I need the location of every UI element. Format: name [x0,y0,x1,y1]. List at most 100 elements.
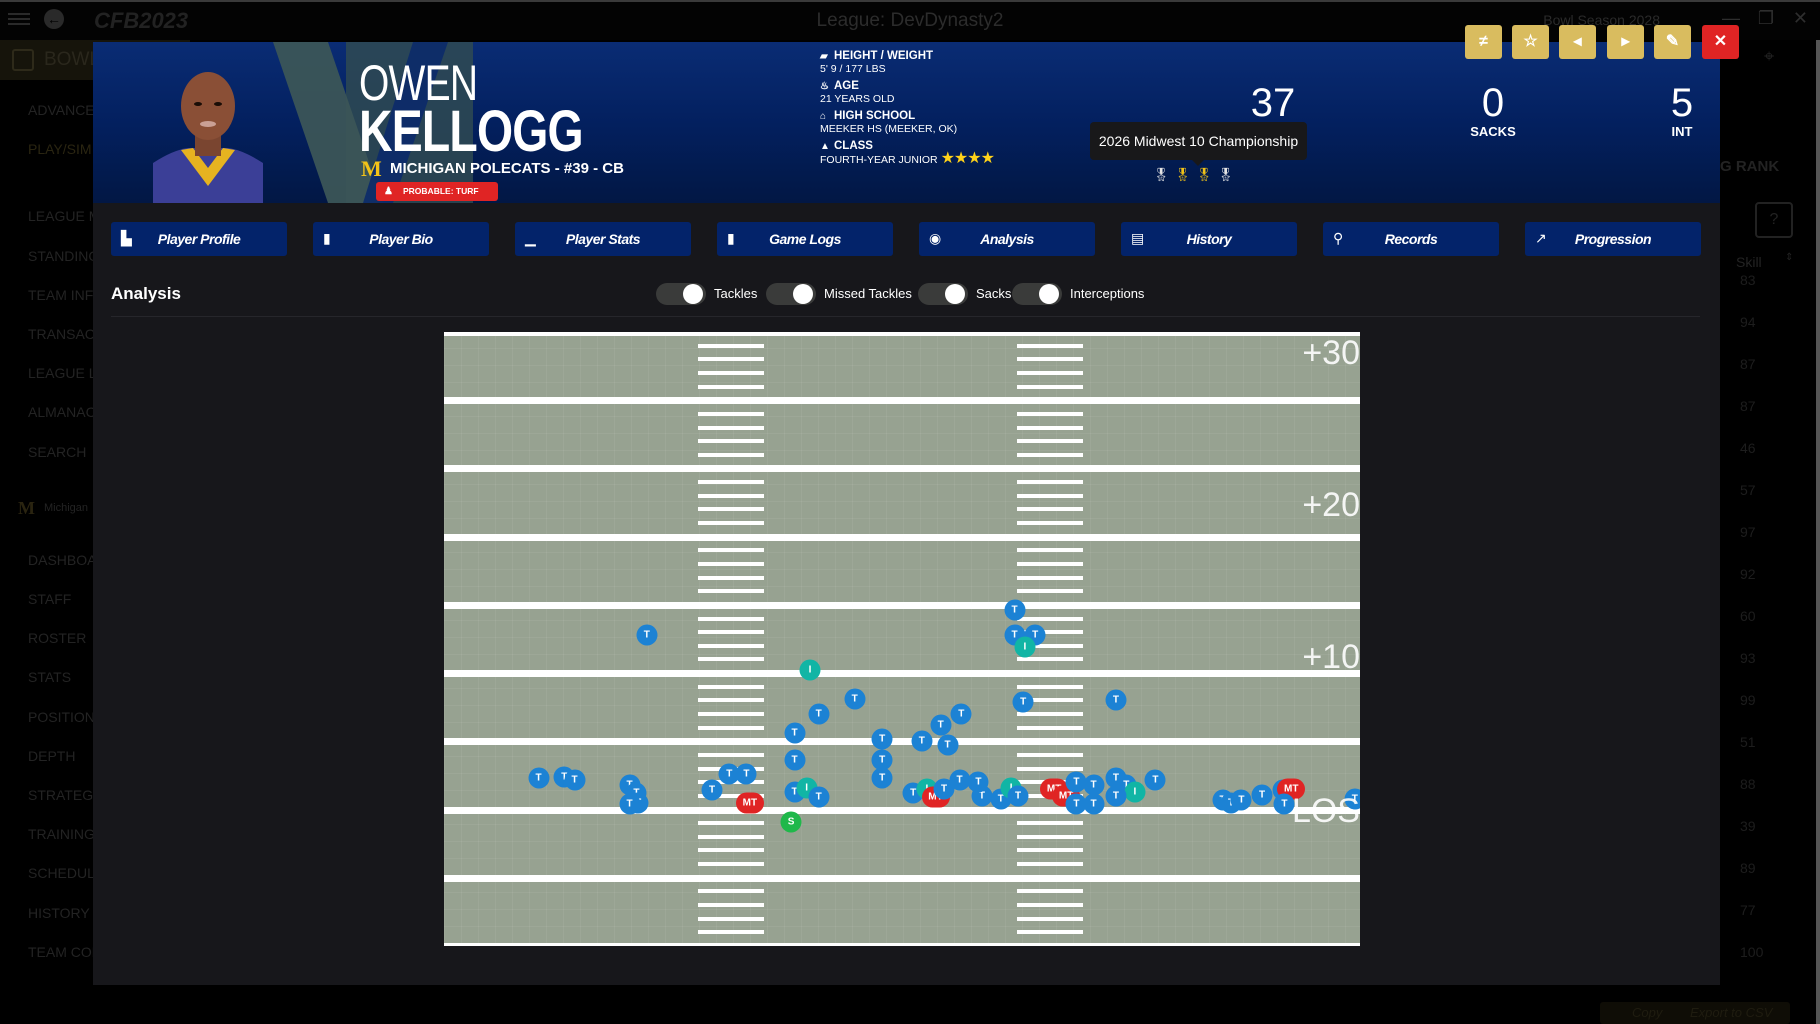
team-position-line[interactable]: MICHIGAN POLECATS - #39 - CB [390,160,624,177]
sort-icon[interactable]: ⇕ [1785,252,1793,263]
tackle-marker[interactable]: T [967,771,989,793]
award-icon[interactable]: 🎖︎ [1196,167,1213,182]
sidebar-item[interactable]: TEAM INF [28,287,93,303]
tackle-marker[interactable]: T [808,786,830,808]
sidebar-item[interactable]: DEPTH [28,748,75,764]
tab-player-bio[interactable]: ▮ Player Bio [313,222,489,256]
interception-marker[interactable]: I [799,659,821,681]
tackle-marker[interactable]: T [784,749,806,771]
tab-game-logs[interactable]: ▮ Game Logs [717,222,893,256]
tackle-marker[interactable]: T [930,714,952,736]
skill-column-header[interactable]: Skill [1736,254,1762,270]
sidebar-item[interactable]: ADVANCE [28,102,95,118]
copy-button[interactable]: Copy [1632,1005,1662,1020]
sidebar-item[interactable]: SCHEDUL [28,865,95,881]
sidebar-item[interactable]: ALMANAC [28,404,96,420]
interception-marker[interactable]: I [1124,781,1146,803]
sidebar-item[interactable]: TEAM CON [28,944,102,960]
hash-mark [1017,752,1083,757]
sidebar-item[interactable]: LEAGUE M [28,208,100,224]
sidebar-item[interactable]: STATS [28,669,71,685]
help-button[interactable]: ? [1755,202,1793,238]
tackle-marker[interactable]: T [1083,774,1105,796]
tackle-marker[interactable]: T [950,703,972,725]
tackle-marker[interactable]: T [528,767,550,789]
tackle-marker[interactable]: T [937,734,959,756]
tackle-marker[interactable]: T [619,793,641,815]
tackle-marker[interactable]: T [911,730,933,752]
close-button[interactable]: ✕ [1702,25,1739,59]
edit-button[interactable]: ✎ [1654,25,1691,59]
yard-label: +10 [1302,638,1360,676]
sidebar-item[interactable]: ROSTER [28,630,86,646]
restore-icon[interactable]: ❐ [1758,8,1774,29]
tab-history[interactable]: ▤ History [1121,222,1297,256]
tackle-marker[interactable]: T [1230,789,1252,811]
window-close-icon[interactable]: ✕ [1793,8,1808,29]
hash-mark [698,507,764,512]
sidebar-item[interactable]: PLAY/SIM [28,141,92,157]
tab-records[interactable]: ⚲ Records [1323,222,1499,256]
tackle-marker[interactable]: T [784,722,806,744]
favorite-button[interactable]: ☆ [1512,25,1549,59]
compare-button[interactable]: ≠ [1465,25,1502,59]
tackle-marker[interactable]: T [844,688,866,710]
tackle-marker[interactable]: T [701,779,723,801]
sidebar-item[interactable]: HISTORY [28,905,90,921]
sidebar-item[interactable]: LEAGUE L [28,365,96,381]
award-icon[interactable]: 🎖︎ [1175,167,1192,182]
interception-marker[interactable]: I [1014,636,1036,658]
yard-line [444,533,1360,541]
next-button[interactable]: ▸ [1607,25,1644,59]
tackle-marker[interactable]: T [564,769,586,791]
tackle-marker[interactable]: T [1012,691,1034,713]
tackle-marker[interactable]: T [1144,769,1166,791]
previous-button[interactable]: ◂ [1559,25,1596,59]
hash-mark [1017,930,1083,935]
window-scrollbar[interactable] [1816,40,1820,1024]
birthday-cake-icon: ♨ [820,81,829,92]
tackle-marker[interactable]: T [949,769,971,791]
sidebar-item[interactable]: TRANSAC [28,326,95,342]
sidebar-item[interactable]: DASHBOA [28,552,96,568]
tab-analysis[interactable]: ◉ Analysis [919,222,1095,256]
sidebar-item[interactable]: STANDING [28,248,99,264]
tab-player-profile[interactable]: ▙ Player Profile [111,222,287,256]
awards-row: 🎖︎ 🎖︎ 🎖︎ 🎖︎ [1153,167,1239,183]
sidebar-item[interactable]: POSITION [28,709,95,725]
tackle-marker[interactable]: T [808,703,830,725]
tab-player-stats[interactable]: ▁ Player Stats [515,222,691,256]
age-value: 21 YEARS OLD [820,93,895,105]
missed-tackles-toggle[interactable] [766,283,816,305]
interceptions-toggle[interactable] [1012,283,1062,305]
stat-value: 5 [1670,81,1694,125]
sacks-toggle[interactable] [918,283,968,305]
sidebar-item[interactable]: STAFF [28,591,71,607]
award-icon[interactable]: 🎖︎ [1153,167,1170,182]
tab-progression[interactable]: ↗ Progression [1525,222,1701,256]
sack-marker[interactable]: S [780,811,802,833]
football-field: TITTTITTTTTTTTTTTTTTTTTTTTTMTTITTTTIMTTT… [444,332,1360,946]
tackle-marker[interactable]: T [636,624,658,646]
binoculars-icon[interactable]: ⌖ [1764,46,1774,67]
tackle-marker[interactable]: T [1004,599,1026,621]
tackle-marker[interactable]: T [1007,785,1029,807]
tackle-marker[interactable]: T [871,728,893,750]
tackle-marker[interactable]: T [1251,784,1273,806]
award-icon[interactable]: 🎖︎ [1218,167,1235,182]
tackle-marker[interactable]: T [735,763,757,785]
tackle-marker[interactable]: T [871,749,893,771]
sidebar-item[interactable]: SEARCH [28,444,86,460]
sidebar-team-name[interactable]: Michigan [44,502,88,514]
sidebar-item[interactable]: TRAINING [28,826,95,842]
missed-tackle-marker[interactable]: MT [735,792,764,814]
tackle-marker[interactable]: T [1083,793,1105,815]
player-last-name: KELLOGG [359,99,584,164]
tackle-marker[interactable]: T [1105,785,1127,807]
tackle-marker[interactable]: T [1105,689,1127,711]
export-csv-button[interactable]: Export to CSV [1690,1005,1772,1020]
tackles-toggle[interactable] [656,283,706,305]
player-banner: OWEN KELLOGG M MICHIGAN POLECATS - #39 -… [93,42,1720,203]
sidebar-item[interactable]: STRATEGY [28,787,102,803]
hash-mark [1017,548,1083,553]
